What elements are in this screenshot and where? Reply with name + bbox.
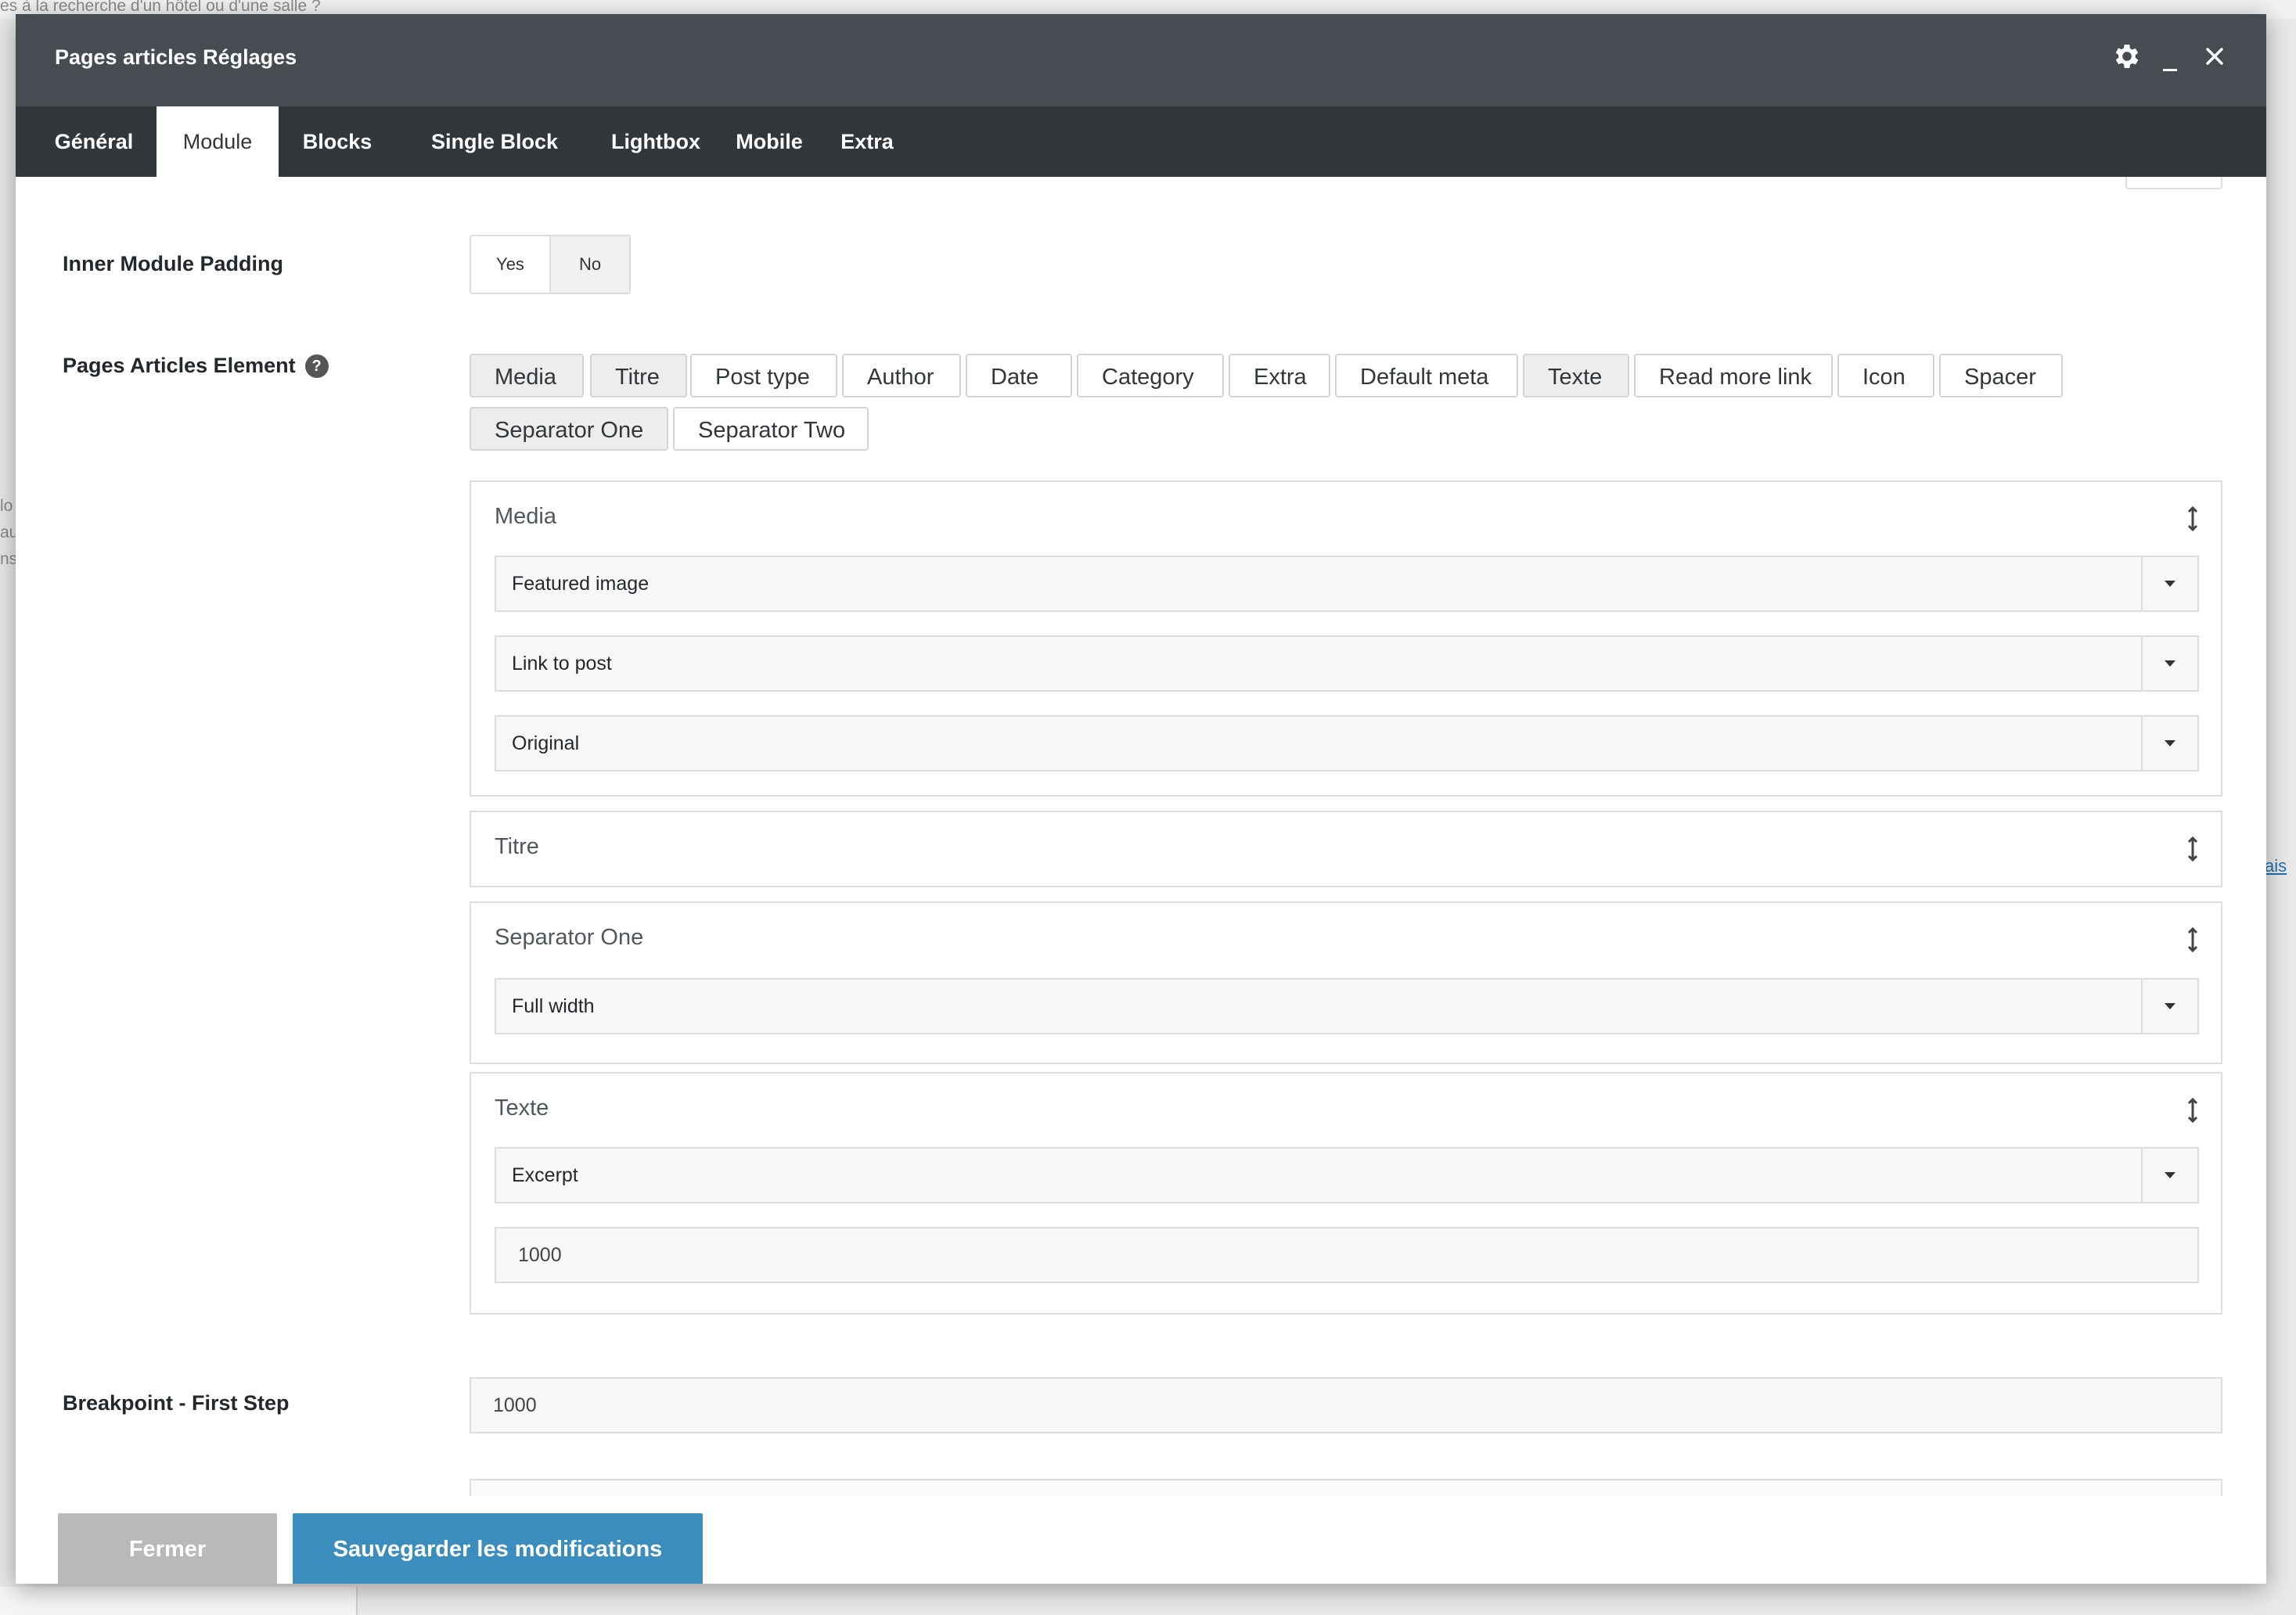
separator-panel-title: Separator One xyxy=(495,925,644,950)
chevron-down-icon[interactable] xyxy=(2141,1149,2197,1202)
media-link-select[interactable]: Link to post xyxy=(495,635,2199,692)
gear-icon[interactable] xyxy=(2111,41,2143,72)
drag-handle-icon[interactable] xyxy=(2185,926,2201,953)
tab-mobile[interactable]: Mobile xyxy=(718,106,820,177)
media-panel: Media Featured image Link to post Origin… xyxy=(470,480,2222,797)
element-chip-icon[interactable]: Icon xyxy=(1837,354,1934,397)
media-panel-title: Media xyxy=(495,504,556,529)
tab-blocks[interactable]: Blocks xyxy=(279,106,396,177)
texte-panel-title: Texte xyxy=(495,1095,549,1120)
tab-lightbox[interactable]: Lightbox xyxy=(593,106,718,177)
tab-bar: Général Module Blocks Single Block Light… xyxy=(16,106,2266,177)
media-link-value: Link to post xyxy=(512,653,612,674)
element-chip-spacer[interactable]: Spacer xyxy=(1939,354,2063,397)
breakpoint-label: Breakpoint - First Step xyxy=(63,1391,290,1415)
media-source-value: Featured image xyxy=(512,573,650,595)
separator-one-panel: Separator One Full width xyxy=(470,901,2222,1064)
texte-type-value: Excerpt xyxy=(512,1164,578,1186)
drag-handle-icon[interactable] xyxy=(2185,1097,2201,1124)
inner-padding-label: Inner Module Padding xyxy=(63,252,283,275)
element-chip-texte[interactable]: Texte xyxy=(1523,354,1629,397)
element-chip-post-type[interactable]: Post type xyxy=(690,354,837,397)
media-size-select[interactable]: Original xyxy=(495,715,2199,772)
media-source-select[interactable]: Featured image xyxy=(495,556,2199,612)
save-button[interactable]: Sauvegarder les modifications xyxy=(293,1513,703,1584)
element-chip-category[interactable]: Category xyxy=(1077,354,1224,397)
breakpoint-input[interactable] xyxy=(470,1377,2222,1433)
settings-modal: Pages articles Réglages Général Module B… xyxy=(16,14,2266,1584)
element-chip-separator-two[interactable]: Separator Two xyxy=(673,407,869,451)
background-link[interactable]: ais xyxy=(2265,856,2287,876)
drag-handle-icon[interactable] xyxy=(2185,836,2201,862)
toggle-yes-button[interactable]: Yes xyxy=(471,236,549,293)
elements-label: Pages Articles Element? xyxy=(63,354,329,378)
chevron-down-icon[interactable] xyxy=(2141,980,2197,1033)
element-chip-separator-one[interactable]: Separator One xyxy=(470,407,668,451)
element-chip-titre[interactable]: Titre xyxy=(590,354,687,397)
background-bottom-bar xyxy=(0,1587,358,1615)
drag-handle-icon[interactable] xyxy=(2185,505,2201,532)
tab-general[interactable]: Général xyxy=(31,106,157,177)
element-chip-default-meta[interactable]: Default meta xyxy=(1335,354,1518,397)
modal-title: Pages articles Réglages xyxy=(55,45,297,69)
element-chip-extra[interactable]: Extra xyxy=(1229,354,1330,397)
element-chip-author[interactable]: Author xyxy=(842,354,961,397)
separator-width-select[interactable]: Full width xyxy=(495,978,2199,1034)
elements-label-text: Pages Articles Element xyxy=(63,354,296,377)
toggle-no-button[interactable]: No xyxy=(549,236,629,293)
texte-type-select[interactable]: Excerpt xyxy=(495,1147,2199,1203)
chevron-down-icon[interactable] xyxy=(2141,637,2197,690)
chevron-down-icon[interactable] xyxy=(2141,717,2197,770)
next-field-edge xyxy=(470,1479,2222,1496)
titre-panel: Titre xyxy=(470,811,2222,887)
chevron-down-icon[interactable] xyxy=(2141,557,2197,610)
tab-module[interactable]: Module xyxy=(157,106,279,177)
close-button[interactable]: Fermer xyxy=(58,1513,277,1584)
texte-length-input[interactable] xyxy=(495,1227,2199,1283)
modal-header: Pages articles Réglages xyxy=(16,14,2266,106)
separator-width-value: Full width xyxy=(512,995,595,1017)
scrolled-field-edge xyxy=(2125,177,2222,189)
close-icon[interactable] xyxy=(2199,41,2230,72)
minimize-icon[interactable] xyxy=(2158,50,2182,74)
tab-extra[interactable]: Extra xyxy=(820,106,914,177)
modal-footer: Fermer Sauvegarder les modifications xyxy=(16,1496,2266,1584)
element-chip-read-more-link[interactable]: Read more link xyxy=(1634,354,1833,397)
help-icon[interactable]: ? xyxy=(304,354,329,378)
texte-panel: Texte Excerpt xyxy=(470,1072,2222,1315)
element-chip-date[interactable]: Date xyxy=(966,354,1072,397)
media-size-value: Original xyxy=(512,732,580,754)
background-hint-text: es à la recherche d'un hôtel ou d'une sa… xyxy=(0,0,321,15)
tab-single-block[interactable]: Single Block xyxy=(396,106,593,177)
element-chip-media[interactable]: Media xyxy=(470,354,584,397)
inner-padding-toggle: Yes No xyxy=(470,235,631,294)
titre-panel-title: Titre xyxy=(495,834,539,859)
module-settings-content: Inner Module Padding Yes No Pages Articl… xyxy=(16,177,2266,1496)
